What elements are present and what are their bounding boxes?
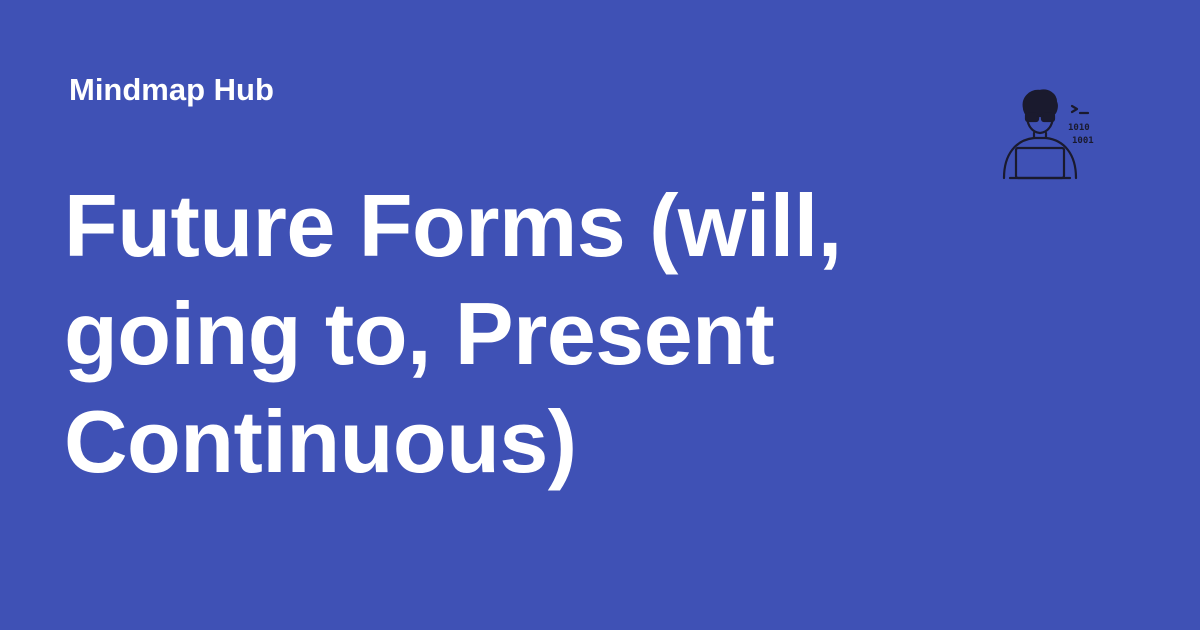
page-title: Future Forms (will, going to, Present Co… <box>64 176 842 491</box>
brand-name: Mindmap Hub <box>69 72 274 107</box>
coder-with-laptop-icon: 1010 1001 <box>998 86 1098 186</box>
svg-text:1010: 1010 <box>1068 123 1090 133</box>
svg-text:1001: 1001 <box>1072 136 1094 146</box>
